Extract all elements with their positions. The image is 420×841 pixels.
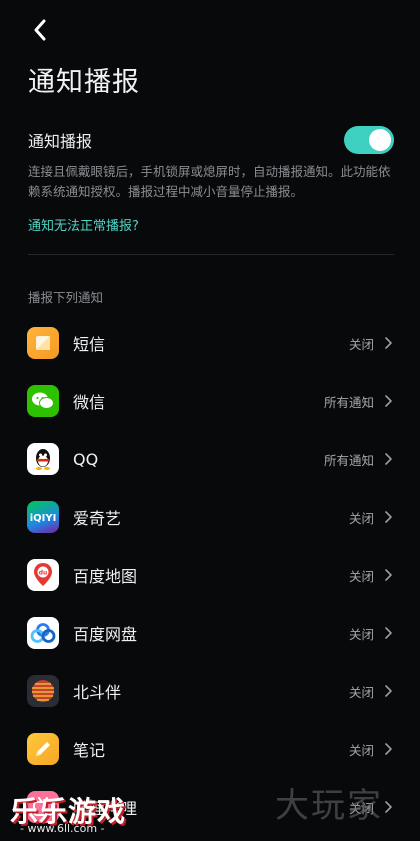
watermark-url: - www.6ll.com - <box>20 822 105 835</box>
chevron-right-icon <box>385 337 392 349</box>
app-row-qq[interactable]: QQ 所有通知 <box>0 430 420 488</box>
app-status: 关闭 <box>348 684 374 700</box>
app-status: 关闭 <box>348 336 374 352</box>
app-name: 北斗伴 <box>73 683 122 702</box>
notification-broadcast-toggle[interactable] <box>344 126 394 154</box>
svg-text:iQIYI: iQIYI <box>30 513 57 524</box>
chevron-left-icon <box>34 19 46 41</box>
description-text: 连接且佩戴眼镜后，手机锁屏或熄屏时，自动播报通知。此功能依赖系统通知授权。播报过… <box>28 164 391 199</box>
notes-icon <box>27 733 59 765</box>
app-row-notes[interactable]: 笔记 关闭 <box>0 720 420 778</box>
chevron-right-icon <box>385 627 392 639</box>
app-name: 笔记 <box>73 741 106 760</box>
back-button[interactable] <box>26 16 54 44</box>
chevron-right-icon <box>385 511 392 523</box>
app-status: 所有通知 <box>323 394 374 410</box>
svg-text:du: du <box>39 570 48 577</box>
app-status: 关闭 <box>348 626 374 642</box>
sms-icon <box>27 327 59 359</box>
baidu-netdisk-icon <box>27 617 59 649</box>
notification-broadcast-row: 通知播报 <box>28 124 394 156</box>
iqiyi-icon: iQIYI <box>27 501 59 533</box>
app-status: 关闭 <box>348 568 374 584</box>
baidu-map-icon: du <box>27 559 59 591</box>
chevron-right-icon <box>385 395 392 407</box>
chevron-right-icon <box>385 685 392 697</box>
beidou-icon <box>27 675 59 707</box>
app-row-wechat[interactable]: 微信 所有通知 <box>0 372 420 430</box>
app-name: QQ <box>73 449 99 469</box>
app-list: 短信 关闭 微信 所有通知 QQ 所有通知 iQIYI 爱奇艺 关闭 du 百度… <box>0 314 420 836</box>
help-link[interactable]: 通知无法正常播报? <box>28 215 139 234</box>
toggle-label: 通知播报 <box>28 132 93 151</box>
app-name: 百度网盘 <box>73 625 138 644</box>
app-row-baidu-netdisk[interactable]: 百度网盘 关闭 <box>0 604 420 662</box>
toggle-knob <box>369 129 391 151</box>
chevron-right-icon <box>385 743 392 755</box>
app-row-baidu-map[interactable]: du 百度地图 关闭 <box>0 546 420 604</box>
app-status: 所有通知 <box>323 452 374 468</box>
app-row-beidou[interactable]: 北斗伴 关闭 <box>0 662 420 720</box>
app-status: 关闭 <box>348 742 374 758</box>
chevron-right-icon <box>385 801 392 813</box>
app-status: 关闭 <box>348 510 374 526</box>
page-title: 通知播报 <box>28 67 140 98</box>
app-name: 爱奇艺 <box>73 509 122 528</box>
chevron-right-icon <box>385 569 392 581</box>
qq-icon <box>27 443 59 475</box>
wechat-icon <box>27 385 59 417</box>
app-row-iqiyi[interactable]: iQIYI 爱奇艺 关闭 <box>0 488 420 546</box>
app-name: 微信 <box>73 393 106 412</box>
watermark-logo-right: 大玩家 <box>275 786 383 826</box>
chevron-right-icon <box>385 453 392 465</box>
divider <box>28 254 394 255</box>
app-name: 短信 <box>73 335 106 354</box>
app-row-sms[interactable]: 短信 关闭 <box>0 314 420 372</box>
app-name: 百度地图 <box>73 567 138 586</box>
section-label: 播报下列通知 <box>28 290 104 305</box>
